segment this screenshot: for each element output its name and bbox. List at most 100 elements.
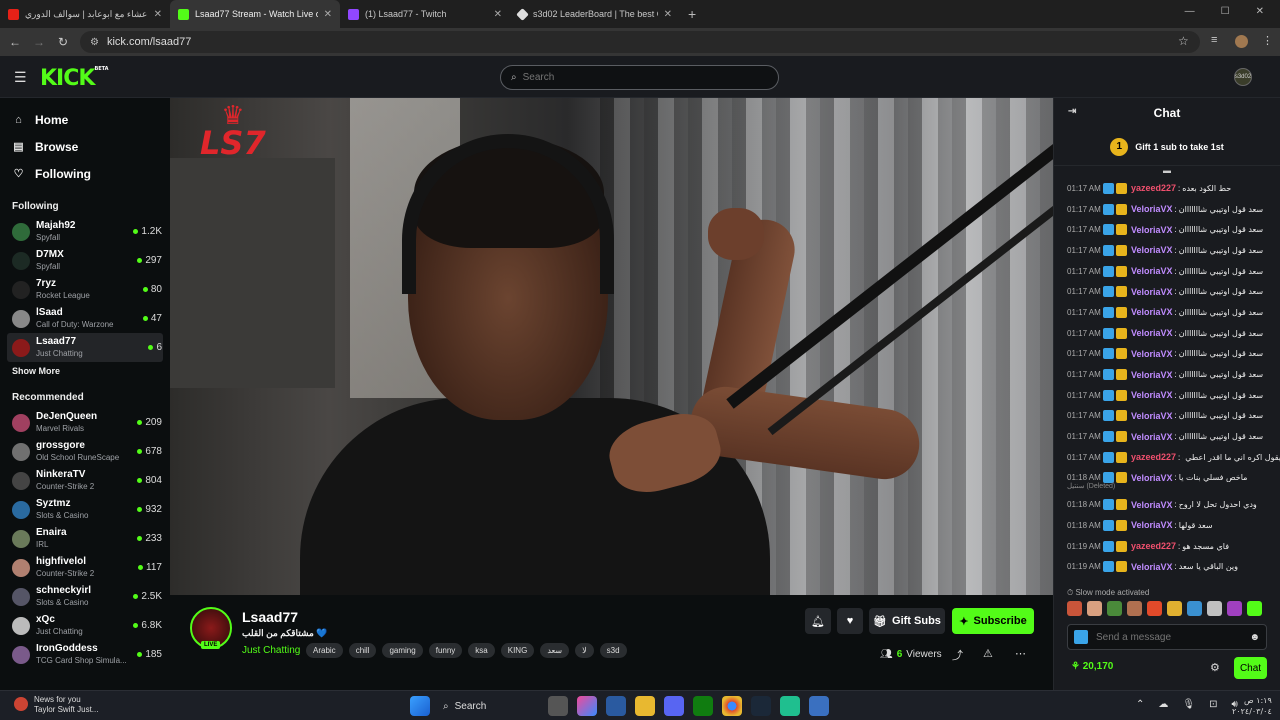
browser-tab-active[interactable]: Lsaad77 Stream - Watch Live on Kick ✕ xyxy=(170,0,340,28)
stream-tag[interactable]: ksa xyxy=(468,643,495,658)
emote-icon[interactable] xyxy=(1247,601,1262,616)
sidebar-channel-irongoddess[interactable]: IronGoddess TCG Card Shop Simula... 185 xyxy=(0,640,170,669)
shield-icon[interactable] xyxy=(809,696,829,716)
sidebar-channel-majah92[interactable]: Majah92 Spyfall 1.2K xyxy=(0,217,170,246)
sidebar-channel-schneckyirl[interactable]: schneckyirl Slots & Casino 2.5K xyxy=(0,582,170,611)
copilot-icon[interactable] xyxy=(577,696,597,716)
emote-icon[interactable] xyxy=(1067,601,1082,616)
channel-points[interactable]: ⚘ 20,170 xyxy=(1071,661,1113,672)
sidebar-channel-dejenqueen[interactable]: DeJenQueen Marvel Rivals 209 xyxy=(0,408,170,437)
tray-chevron-icon[interactable]: ⌃ xyxy=(1136,699,1144,710)
stream-tag[interactable]: Arabic xyxy=(306,643,343,658)
stream-tag[interactable]: chill xyxy=(348,643,377,658)
chat-username[interactable]: VeloriaVX xyxy=(1131,473,1173,483)
chat-username[interactable]: VeloriaVX xyxy=(1131,390,1173,400)
chat-username[interactable]: VeloriaVX xyxy=(1131,225,1173,235)
more-options-icon[interactable]: ⋯ xyxy=(1015,647,1026,660)
emote-icon[interactable] xyxy=(1167,601,1182,616)
onedrive-icon[interactable]: ☁ xyxy=(1158,699,1168,710)
chat-username[interactable]: VeloriaVX xyxy=(1131,562,1173,572)
close-tab-icon[interactable]: ✕ xyxy=(494,9,502,20)
bookmark-star-icon[interactable]: ☆ xyxy=(1178,34,1189,48)
stream-category[interactable]: Just Chatting xyxy=(242,645,300,656)
forward-icon[interactable]: → xyxy=(27,35,51,49)
close-window-icon[interactable]: ✕ xyxy=(1256,6,1264,17)
maximize-icon[interactable]: ☐ xyxy=(1221,6,1230,17)
emote-icon[interactable] xyxy=(1187,601,1202,616)
taskbar-clock[interactable]: ١:١٩ ص ٢٠٢٤/٠٣/٠٤ xyxy=(1232,695,1272,717)
stream-tag[interactable]: gaming xyxy=(382,643,423,658)
emote-icon[interactable] xyxy=(1207,601,1222,616)
sidebar-channel-d7mx[interactable]: D7MX Spyfall 297 xyxy=(0,246,170,275)
back-icon[interactable]: ← xyxy=(3,35,27,49)
chat-username[interactable]: VeloriaVX xyxy=(1131,266,1173,276)
kick-logo[interactable]: KICKBETA xyxy=(40,66,109,91)
chat-username[interactable]: VeloriaVX xyxy=(1131,432,1173,442)
stream-tag[interactable]: funny xyxy=(428,643,463,658)
chat-username[interactable]: VeloriaVX xyxy=(1131,245,1173,255)
emote-icon[interactable] xyxy=(1107,601,1122,616)
news-widget[interactable]: News for you Taylor Swift Just... xyxy=(14,695,98,715)
nav-following[interactable]: ♡ Following xyxy=(0,160,170,187)
notifications-button[interactable]: 🔔︎ xyxy=(805,608,831,634)
streamer-name[interactable]: Lsaad77 xyxy=(242,609,298,625)
search-bar[interactable]: ⌕ xyxy=(500,65,779,90)
chat-username[interactable]: yazeed227 xyxy=(1131,541,1176,551)
file-explorer-icon[interactable] xyxy=(635,696,655,716)
close-tab-icon[interactable]: ✕ xyxy=(664,9,672,20)
subscribe-button[interactable]: ✦ Subscribe xyxy=(952,608,1034,634)
gift-leaderboard[interactable]: 1 Gift 1 sub to take 1st xyxy=(1054,128,1280,166)
browser-tab[interactable]: (1) Lsaad77 - Twitch ✕ xyxy=(340,0,510,28)
chat-send-button[interactable]: Chat xyxy=(1234,657,1267,679)
emote-icon[interactable] xyxy=(1127,601,1142,616)
video-player[interactable]: ♛ LS7 xyxy=(170,98,1053,595)
sidebar-channel-enaira[interactable]: Enaira IRL 233 xyxy=(0,524,170,553)
reload-icon[interactable]: ↻ xyxy=(51,35,75,49)
share-icon[interactable]: ⤴ xyxy=(952,647,963,663)
follow-button[interactable]: ♥ xyxy=(837,608,863,634)
chat-username[interactable]: yazeed227 xyxy=(1131,183,1176,193)
new-tab-icon[interactable]: + xyxy=(688,6,696,22)
emoji-icon[interactable]: ☻ xyxy=(1249,632,1260,643)
chat-username[interactable]: VeloriaVX xyxy=(1131,204,1173,214)
chat-username[interactable]: yazeed227 xyxy=(1131,452,1176,462)
sidebar-channel-lsaad[interactable]: lSaad Call of Duty: Warzone 47 xyxy=(0,304,170,333)
windows-start-icon[interactable] xyxy=(410,696,430,716)
sidebar-channel-grossgore[interactable]: grossgore Old School RuneScape 678 xyxy=(0,437,170,466)
chat-username[interactable]: VeloriaVX xyxy=(1131,500,1173,510)
steam-icon[interactable] xyxy=(751,696,771,716)
xbox-icon[interactable] xyxy=(693,696,713,716)
chat-username[interactable]: VeloriaVX xyxy=(1131,307,1173,317)
sidebar-channel-7ryz[interactable]: 7ryz Rocket League 80 xyxy=(0,275,170,304)
reading-list-icon[interactable]: ≡ xyxy=(1211,34,1217,46)
menu-icon[interactable]: ☰ xyxy=(14,69,27,86)
store-icon[interactable] xyxy=(606,696,626,716)
chat-input-box[interactable]: ☻ xyxy=(1067,624,1267,650)
emote-icon[interactable] xyxy=(1087,601,1102,616)
chrome-icon[interactable] xyxy=(722,696,742,716)
minimize-icon[interactable]: — xyxy=(1185,6,1195,17)
chat-username[interactable]: VeloriaVX xyxy=(1131,287,1173,297)
sidebar-channel-xqc[interactable]: xQc Just Chatting 6.8K xyxy=(0,611,170,640)
close-tab-icon[interactable]: ✕ xyxy=(154,9,162,20)
taskbar-search[interactable]: ⌕ Search xyxy=(439,696,539,716)
pinned-drag-handle-icon[interactable]: ▬ xyxy=(1054,166,1280,176)
task-view-icon[interactable] xyxy=(548,696,568,716)
emote-icon[interactable] xyxy=(1227,601,1242,616)
discord-icon[interactable] xyxy=(664,696,684,716)
close-tab-icon[interactable]: ✕ xyxy=(324,9,332,20)
site-info-icon[interactable]: ⚙ xyxy=(90,37,99,48)
chat-username[interactable]: VeloriaVX xyxy=(1131,328,1173,338)
stream-tag[interactable]: لا xyxy=(575,643,594,658)
sidebar-channel-ninkeratv[interactable]: NinkeraTV Counter-Strike 2 804 xyxy=(0,466,170,495)
app-icon[interactable] xyxy=(780,696,800,716)
stream-tag[interactable]: s3d xyxy=(599,643,627,658)
nav-home[interactable]: ⌂ Home xyxy=(0,106,170,133)
user-avatar[interactable]: s3d02 xyxy=(1234,68,1252,86)
nav-browse[interactable]: ▤ Browse xyxy=(0,133,170,160)
chat-username[interactable]: VeloriaVX xyxy=(1131,520,1173,530)
chat-input[interactable] xyxy=(1096,631,1242,643)
chat-settings-icon[interactable]: ⚙ xyxy=(1210,661,1220,674)
stream-tag[interactable]: سعد xyxy=(540,643,570,658)
stream-tag[interactable]: KING xyxy=(500,643,535,658)
